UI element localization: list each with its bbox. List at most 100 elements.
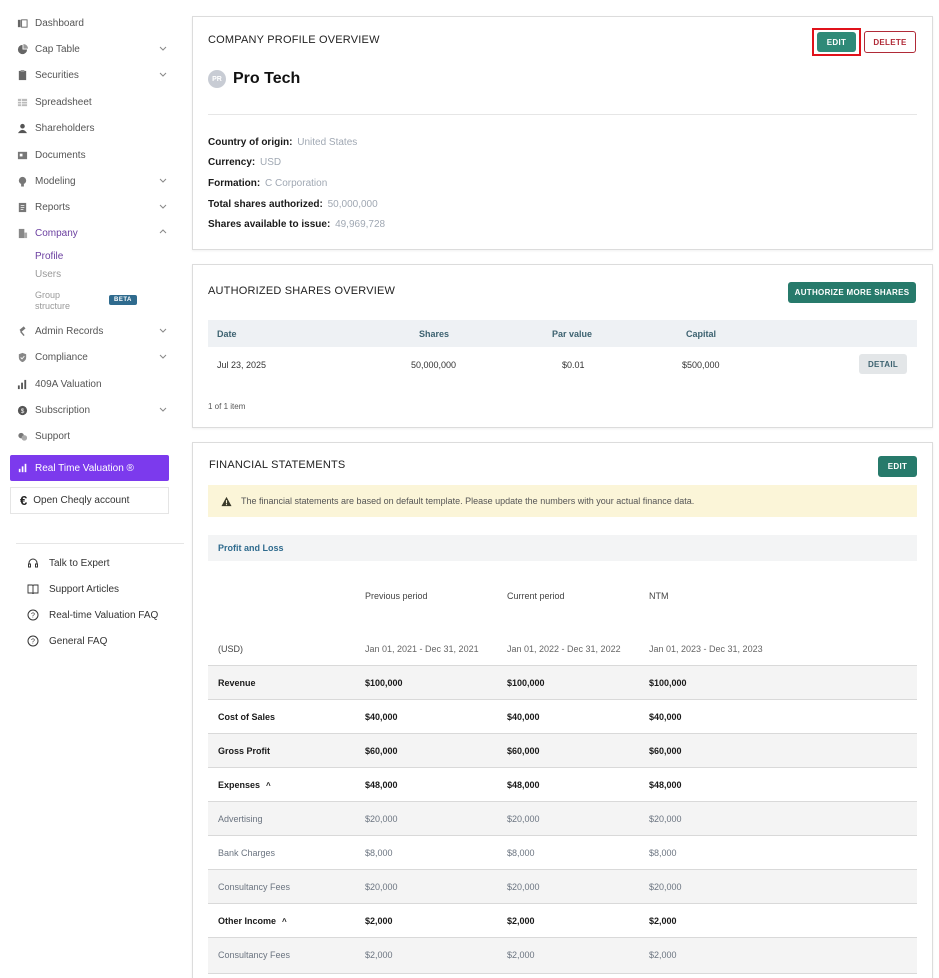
row-value: $40,000 <box>507 712 540 722</box>
sidebar-item-label: Modeling <box>35 175 76 187</box>
row-value: $48,000 <box>649 780 682 790</box>
row-value: $60,000 <box>507 746 540 756</box>
help-item-label: General FAQ <box>49 635 108 647</box>
sidebar-item-cap-table[interactable]: Cap Table <box>17 39 172 59</box>
detail-button[interactable]: DETAIL <box>859 354 907 374</box>
row-value: $48,000 <box>507 780 540 790</box>
sidebar-item-support[interactable]: Support <box>17 426 172 446</box>
currency-label: (USD) <box>218 644 243 654</box>
book-icon <box>27 584 39 595</box>
row-value: $2,000 <box>365 916 393 926</box>
authorized-shares-title: AUTHORIZED SHARES OVERVIEW <box>208 285 396 297</box>
country-of-origin-row: Country of origin: United States <box>208 137 357 148</box>
clipboard-icon <box>17 69 28 81</box>
profit-and-loss-header[interactable]: Profit and Loss <box>208 535 917 561</box>
chevron-down-icon <box>159 46 167 51</box>
spreadsheet-icon <box>17 97 28 108</box>
sidebar-item-label: Support <box>35 430 71 442</box>
company-profile-title: COMPANY PROFILE OVERVIEW <box>208 34 380 46</box>
report-icon <box>17 202 28 213</box>
svg-text:?: ? <box>31 639 35 646</box>
sidebar-subitem-users[interactable]: Users <box>35 269 61 280</box>
row-value: $2,000 <box>649 950 677 960</box>
row-date: Jul 23, 2025 <box>217 360 267 370</box>
warning-icon <box>221 496 232 506</box>
sidebar-item-compliance[interactable]: Compliance <box>17 347 172 367</box>
chevron-down-icon <box>159 72 167 77</box>
col-date: Date <box>217 329 237 339</box>
warning-text: The financial statements are based on de… <box>241 496 695 506</box>
row-value: $8,000 <box>649 848 677 858</box>
sidebar-item-label: Compliance <box>35 351 88 363</box>
bar-chart-icon <box>17 379 28 390</box>
field-value: USD <box>260 157 282 168</box>
row-label: Revenue <box>218 678 256 688</box>
pie-chart-icon <box>17 43 28 55</box>
delete-company-button[interactable]: DELETE <box>864 31 916 53</box>
company-avatar: PR <box>208 70 226 88</box>
sidebar-item-label: Securities <box>35 69 79 81</box>
field-value: 49,969,728 <box>335 219 386 230</box>
cheqly-logo-icon: € <box>20 493 28 508</box>
table-row-other-income[interactable]: Other Income ^ $2,000 $2,000 $2,000 <box>208 903 917 937</box>
sidebar-item-admin-records[interactable]: Admin Records <box>17 321 172 341</box>
row-value: $20,000 <box>649 882 682 892</box>
edit-financials-button[interactable]: EDIT <box>878 456 917 477</box>
sidebar-item-shareholders[interactable]: Shareholders <box>17 118 172 138</box>
sidebar-subitem-group-structure[interactable]: Group structure <box>35 290 70 312</box>
row-value: $48,000 <box>365 780 398 790</box>
chevron-down-icon <box>159 354 167 359</box>
sidebar-item-spreadsheet[interactable]: Spreadsheet <box>17 92 172 112</box>
col-previous-period: Previous period <box>365 591 428 601</box>
table-row: Consultancy Fees $20,000 $20,000 $20,000 <box>208 869 917 903</box>
row-value: $40,000 <box>365 712 398 722</box>
real-time-valuation-button[interactable]: Real Time Valuation ® <box>10 455 169 481</box>
financial-statements-title: FINANCIAL STATEMENTS <box>209 459 346 471</box>
support-chat-icon <box>17 431 28 442</box>
sidebar-item-dashboard[interactable]: Dashboard <box>17 13 172 33</box>
beta-badge: BETA <box>109 295 137 305</box>
chevron-up-icon[interactable]: ^ <box>282 917 287 926</box>
sidebar: Dashboard Cap Table Securities Spreadshe… <box>0 0 185 978</box>
help-item-talk-to-expert[interactable]: Talk to Expert <box>27 557 110 569</box>
row-value: $100,000 <box>365 678 403 688</box>
row-value: $100,000 <box>649 678 687 688</box>
authorize-more-shares-button[interactable]: AUTHORIZE MORE SHARES <box>788 282 916 303</box>
field-value: C Corporation <box>265 178 328 189</box>
folder-icon <box>17 150 28 161</box>
row-value: $2,000 <box>507 950 535 960</box>
sidebar-subitem-label: structure <box>35 301 71 311</box>
sidebar-item-securities[interactable]: Securities <box>17 65 172 85</box>
row-capital: $500,000 <box>682 360 720 370</box>
sidebar-item-409a-valuation[interactable]: 409A Valuation <box>17 374 172 394</box>
help-item-general-faq[interactable]: ? General FAQ <box>27 635 107 647</box>
sidebar-item-reports[interactable]: Reports <box>17 197 172 217</box>
sidebar-subitem-profile[interactable]: Profile <box>35 251 63 262</box>
sidebar-item-modeling[interactable]: Modeling <box>17 171 172 191</box>
sidebar-item-label: Shareholders <box>35 122 95 134</box>
row-label-text: Other Income <box>218 916 277 926</box>
question-circle-icon: ? <box>27 635 39 647</box>
formation-row: Formation: C Corporation <box>208 178 327 189</box>
sidebar-item-subscription[interactable]: $ Subscription <box>17 400 172 420</box>
field-label: Shares available to issue: <box>208 219 331 230</box>
row-label: Other Income ^ <box>218 916 287 926</box>
sidebar-item-documents[interactable]: Documents <box>17 145 172 165</box>
sidebar-item-label: Cap Table <box>35 43 80 55</box>
table-row: Gross Profit $60,000 $60,000 $60,000 <box>208 733 917 767</box>
total-shares-row: Total shares authorized: 50,000,000 <box>208 199 378 210</box>
row-value: $20,000 <box>507 882 540 892</box>
help-item-support-articles[interactable]: Support Articles <box>27 583 119 595</box>
row-value: $2,000 <box>507 916 535 926</box>
chevron-down-icon <box>159 407 167 412</box>
help-item-rtv-faq[interactable]: ? Real-time Valuation FAQ <box>27 609 158 621</box>
chevron-up-icon[interactable]: ^ <box>266 781 271 790</box>
open-cheqly-button[interactable]: € Open Cheqly account <box>10 487 169 514</box>
open-cheqly-label: Open Cheqly account <box>33 495 130 506</box>
col-current-period: Current period <box>507 591 565 601</box>
period-previous: Jan 01, 2021 - Dec 31, 2021 <box>365 644 479 654</box>
table-row-expenses[interactable]: Expenses ^ $48,000 $48,000 $48,000 <box>208 767 917 801</box>
gavel-icon <box>17 325 28 337</box>
sidebar-item-company[interactable]: Company <box>17 223 172 243</box>
row-label: Expenses ^ <box>218 780 271 790</box>
